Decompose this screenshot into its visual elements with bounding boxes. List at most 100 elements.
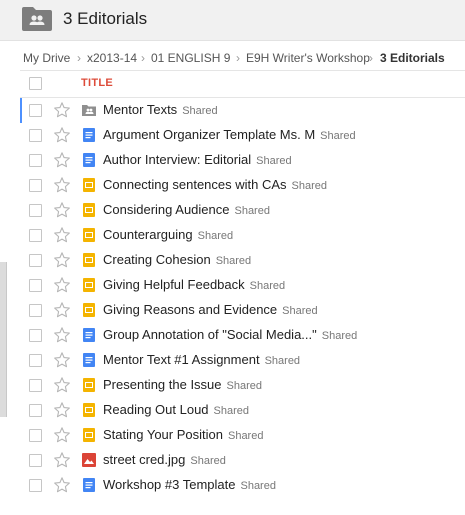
row-checkbox[interactable]	[29, 229, 42, 242]
file-name-text[interactable]: Creating Cohesion	[103, 252, 211, 267]
file-row[interactable]: Mentor Texts Shared	[20, 98, 465, 123]
star-icon[interactable]	[53, 326, 71, 344]
google-slides-icon	[83, 378, 95, 392]
file-name[interactable]: Connecting sentences with CAs Shared	[103, 177, 327, 192]
star-icon[interactable]	[53, 351, 71, 369]
file-row[interactable]: Group Annotation of "Social Media..." Sha…	[20, 323, 465, 348]
google-doc-icon	[83, 128, 95, 142]
file-name-text[interactable]: Stating Your Position	[103, 427, 223, 442]
file-name[interactable]: Giving Helpful Feedback Shared	[103, 277, 285, 292]
row-checkbox[interactable]	[29, 404, 42, 417]
page-title: 3 Editorials	[63, 9, 148, 28]
file-row[interactable]: Author Interview: Editorial Shared	[20, 148, 465, 173]
file-name[interactable]: Reading Out Loud Shared	[103, 402, 249, 417]
file-name[interactable]: Author Interview: Editorial Shared	[103, 152, 292, 167]
file-name-text[interactable]: Considering Audience	[103, 202, 229, 217]
star-icon[interactable]	[53, 426, 71, 444]
file-name-text[interactable]: Mentor Text #1 Assignment	[103, 352, 260, 367]
shared-label: Shared	[197, 230, 234, 242]
file-name-text[interactable]: Workshop #3 Template	[103, 477, 235, 492]
file-name-text[interactable]: Presenting the Issue	[103, 377, 222, 392]
file-name[interactable]: Presenting the Issue Shared	[103, 377, 262, 392]
file-name[interactable]: Mentor Texts Shared	[103, 102, 218, 117]
star-icon[interactable]	[53, 476, 71, 494]
file-row[interactable]: Considering Audience Shared	[20, 198, 465, 223]
row-checkbox[interactable]	[29, 429, 42, 442]
select-all-checkbox[interactable]	[29, 77, 42, 90]
file-row[interactable]: Connecting sentences with CAs Shared	[20, 173, 465, 198]
file-name-text[interactable]: Giving Reasons and Evidence	[103, 302, 277, 317]
file-row[interactable]: street cred.jpg Shared	[20, 448, 465, 473]
file-name-text[interactable]: Author Interview: Editorial	[103, 152, 251, 167]
file-name-text[interactable]: Mentor Texts	[103, 102, 177, 117]
file-name[interactable]: Considering Audience Shared	[103, 202, 270, 217]
shared-label: Shared	[321, 330, 358, 342]
star-icon[interactable]	[53, 201, 71, 219]
star-icon[interactable]	[53, 251, 71, 269]
file-name-text[interactable]: Argument Organizer Template Ms. M	[103, 127, 315, 142]
file-name-text[interactable]: Giving Helpful Feedback	[103, 277, 245, 292]
breadcrumb-english-9[interactable]: 01 ENGLISH 9	[151, 51, 230, 65]
file-row[interactable]: Giving Reasons and Evidence Shared	[20, 298, 465, 323]
row-checkbox[interactable]	[29, 279, 42, 292]
row-checkbox[interactable]	[29, 154, 42, 167]
file-row[interactable]: Argument Organizer Template Ms. M Shared	[20, 123, 465, 148]
google-slides-icon	[83, 428, 95, 442]
row-checkbox[interactable]	[29, 479, 42, 492]
breadcrumb-writers-workshop[interactable]: E9H Writer's Workshop	[246, 51, 370, 65]
star-icon[interactable]	[53, 151, 71, 169]
file-name[interactable]: Group Annotation of "Social Media..." Sha…	[103, 327, 357, 342]
star-icon[interactable]	[53, 376, 71, 394]
file-name[interactable]: Argument Organizer Template Ms. M Shared	[103, 127, 356, 142]
breadcrumb-x2013-14[interactable]: x2013-14	[87, 51, 137, 65]
file-row[interactable]: Creating Cohesion Shared	[20, 248, 465, 273]
file-name-text[interactable]: Group Annotation of "Social Media..."	[103, 327, 317, 342]
row-checkbox[interactable]	[29, 329, 42, 342]
file-row[interactable]: Counterarguing Shared	[20, 223, 465, 248]
row-checkbox[interactable]	[29, 454, 42, 467]
file-row[interactable]: Giving Helpful Feedback Shared	[20, 273, 465, 298]
file-row[interactable]: Reading Out Loud Shared	[20, 398, 465, 423]
star-icon[interactable]	[53, 101, 71, 119]
file-name[interactable]: Stating Your Position Shared	[103, 427, 263, 442]
row-checkbox[interactable]	[29, 379, 42, 392]
shared-label: Shared	[320, 130, 356, 142]
shared-label: Shared	[264, 355, 301, 367]
row-checkbox[interactable]	[29, 304, 42, 317]
file-name[interactable]: Mentor Text #1 Assignment Shared	[103, 352, 300, 367]
file-row[interactable]: Mentor Text #1 Assignment Shared	[20, 348, 465, 373]
title-column-header[interactable]: TITLE	[81, 77, 113, 89]
star-icon[interactable]	[53, 176, 71, 194]
file-name[interactable]: Creating Cohesion Shared	[103, 252, 251, 267]
file-row[interactable]: Workshop #3 Template Shared	[20, 473, 465, 498]
image-file-icon	[82, 453, 96, 467]
row-checkbox[interactable]	[29, 254, 42, 267]
row-checkbox[interactable]	[29, 204, 42, 217]
file-row[interactable]: Stating Your Position Shared	[20, 423, 465, 448]
breadcrumb-current: 3 Editorials	[380, 51, 445, 65]
star-icon[interactable]	[53, 451, 71, 469]
star-icon[interactable]	[53, 226, 71, 244]
file-name-text[interactable]: Reading Out Loud	[103, 402, 209, 417]
breadcrumb-my-drive[interactable]: My Drive	[23, 51, 70, 65]
file-name[interactable]: Giving Reasons and Evidence Shared	[103, 302, 318, 317]
row-checkbox[interactable]	[29, 179, 42, 192]
row-checkbox[interactable]	[29, 129, 42, 142]
file-name-text[interactable]: Connecting sentences with CAs	[103, 177, 287, 192]
file-name[interactable]: Counterarguing Shared	[103, 227, 233, 242]
file-name-text[interactable]: street cred.jpg	[103, 452, 185, 467]
row-checkbox[interactable]	[29, 354, 42, 367]
star-icon[interactable]	[53, 401, 71, 419]
row-checkbox[interactable]	[29, 104, 42, 117]
file-name-text[interactable]: Counterarguing	[103, 227, 193, 242]
shared-folder-icon	[82, 105, 96, 116]
shared-label: Shared	[291, 180, 328, 192]
star-icon[interactable]	[53, 126, 71, 144]
file-name[interactable]: Workshop #3 Template Shared	[103, 477, 276, 492]
google-slides-icon	[83, 228, 95, 242]
google-slides-icon	[83, 178, 95, 192]
star-icon[interactable]	[53, 276, 71, 294]
star-icon[interactable]	[53, 301, 71, 319]
file-name[interactable]: street cred.jpg Shared	[103, 452, 226, 467]
file-row[interactable]: Presenting the Issue Shared	[20, 373, 465, 398]
